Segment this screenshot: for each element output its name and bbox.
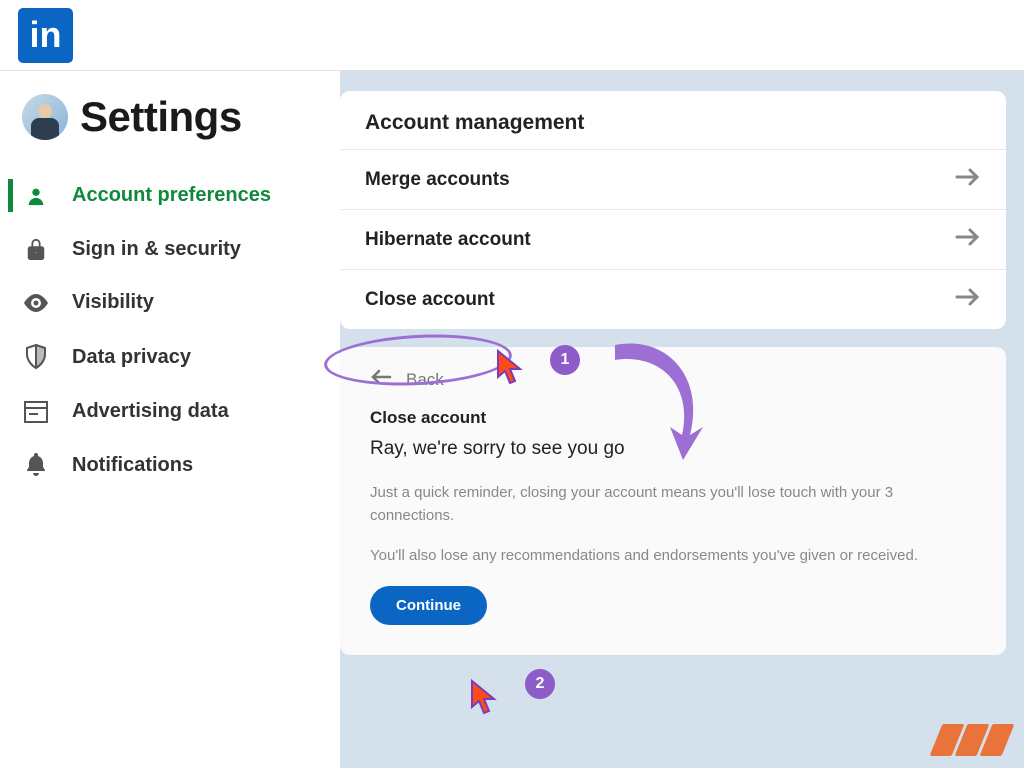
close-farewell: Ray, we're sorry to see you go [370, 438, 976, 460]
avatar[interactable] [22, 94, 68, 140]
close-account-card: Back Close account Ray, we're sorry to s… [340, 347, 1006, 655]
back-button[interactable]: Back [370, 369, 976, 390]
bell-icon [22, 453, 50, 477]
user-icon [22, 185, 50, 207]
close-body-line: Just a quick reminder, closing your acco… [370, 482, 976, 527]
arrow-right-icon [955, 168, 981, 191]
sidebar-item-advertising-data[interactable]: Advertising data [0, 385, 340, 438]
continue-button[interactable]: Continue [370, 586, 487, 625]
cursor-annotation-2 [470, 679, 500, 720]
sidebar-item-label: Data privacy [72, 346, 191, 369]
row-merge-accounts[interactable]: Merge accounts [340, 149, 1006, 209]
row-hibernate-account[interactable]: Hibernate account [340, 209, 1006, 269]
sidebar-item-label: Account preferences [72, 184, 271, 207]
sidebar-item-notifications[interactable]: Notifications [0, 438, 340, 492]
close-body-line: You'll also lose any recommendations and… [370, 545, 976, 568]
row-label: Close account [365, 289, 495, 311]
lock-icon [22, 237, 50, 261]
layout: Settings Account preferences Sign in & s… [0, 71, 1024, 768]
sidebar: Settings Account preferences Sign in & s… [0, 71, 340, 768]
sidebar-item-label: Notifications [72, 454, 193, 477]
annotation-badge-2: 2 [525, 669, 555, 699]
shield-icon [22, 344, 50, 370]
close-body: Just a quick reminder, closing your acco… [370, 482, 976, 568]
arrow-left-icon [370, 369, 392, 390]
sidebar-item-account-preferences[interactable]: Account preferences [0, 169, 340, 222]
page-title: Settings [80, 93, 242, 141]
sidebar-item-data-privacy[interactable]: Data privacy [0, 329, 340, 385]
back-label: Back [406, 370, 444, 390]
sidebar-item-label: Sign in & security [72, 238, 241, 261]
arrow-right-icon [955, 288, 981, 311]
sidebar-item-label: Visibility [72, 291, 154, 314]
app-header: in [0, 0, 1024, 71]
sidebar-item-sign-in-security[interactable]: Sign in & security [0, 222, 340, 276]
row-label: Hibernate account [365, 229, 531, 251]
row-close-account[interactable]: Close account [340, 269, 1006, 329]
close-heading: Close account [370, 408, 976, 428]
linkedin-logo[interactable]: in [18, 8, 73, 63]
newspaper-icon [22, 401, 50, 423]
account-management-card: Account management Merge accounts Hibern… [340, 91, 1006, 329]
row-label: Merge accounts [365, 169, 510, 191]
watermark [936, 724, 1008, 756]
main: Account management Merge accounts Hibern… [340, 71, 1024, 768]
eye-icon [22, 294, 50, 312]
sidebar-title-row: Settings [0, 93, 340, 141]
sidebar-item-visibility[interactable]: Visibility [0, 276, 340, 329]
card-title: Account management [340, 91, 1006, 149]
sidebar-item-label: Advertising data [72, 400, 229, 423]
arrow-right-icon [955, 228, 981, 251]
